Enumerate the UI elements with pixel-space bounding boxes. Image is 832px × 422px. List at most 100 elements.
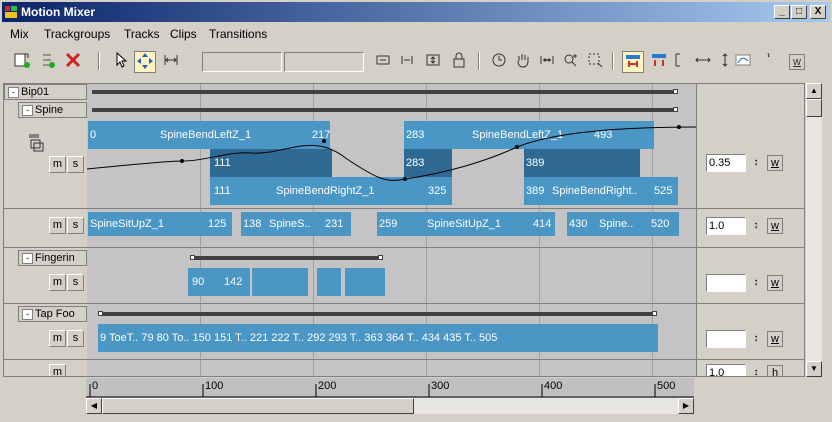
range-handle[interactable] — [98, 311, 103, 316]
weight-field[interactable]: 0.35 — [706, 154, 746, 172]
track-type-icon — [28, 134, 48, 152]
new-trackgroup-icon[interactable] — [10, 51, 32, 73]
menu-tracks[interactable]: Tracks — [124, 27, 160, 41]
track-separator — [4, 359, 804, 360]
vertical-scrollbar[interactable]: ▲ ▼ — [806, 83, 822, 377]
pan-hand-icon[interactable] — [512, 51, 534, 73]
toolbar: w — [2, 46, 830, 76]
select-icon[interactable] — [110, 51, 132, 73]
range-handle[interactable] — [378, 255, 383, 260]
scroll-thumb[interactable] — [102, 398, 414, 414]
clip-spinesitup-1[interactable]: SpineSitUpZ_1 125 — [88, 212, 232, 236]
range-handle[interactable] — [652, 311, 657, 316]
range-icon[interactable] — [396, 51, 418, 73]
weight-w-button[interactable]: w — [767, 331, 783, 347]
zoom-icon[interactable] — [560, 51, 582, 73]
weight-field[interactable]: 1.0 — [706, 364, 746, 376]
set-range-icon[interactable] — [372, 51, 394, 73]
weight-spinner[interactable]: ↕ — [749, 217, 763, 235]
menu-trackgroups[interactable]: Trackgroups — [44, 27, 110, 41]
add-track-icon[interactable] — [36, 51, 58, 73]
scroll-down-icon[interactable]: ▼ — [806, 361, 822, 377]
weight-field[interactable] — [706, 330, 746, 348]
solo-button[interactable]: s — [67, 274, 84, 291]
delete-icon[interactable] — [62, 51, 84, 73]
clip-spinesitup-4[interactable]: 430 Spine.. 520 — [567, 212, 679, 236]
mute-button[interactable]: m — [49, 330, 66, 347]
clip-fingering-2[interactable] — [252, 268, 308, 296]
scroll-left-icon[interactable]: ◀ — [86, 398, 102, 414]
mute-button[interactable]: m — [49, 274, 66, 291]
weight-w-button[interactable]: w — [767, 155, 783, 171]
maximize-button[interactable]: □ — [791, 5, 807, 19]
bip-row-header: - Bip01 — [4, 84, 87, 100]
bip-range-bar — [92, 90, 676, 94]
range-handle[interactable] — [673, 89, 678, 94]
zoom-region-icon[interactable] — [584, 51, 606, 73]
track-separator — [4, 247, 804, 248]
snap-clips-icon[interactable] — [648, 51, 670, 73]
fingering-range-bar — [192, 256, 382, 260]
ruler-label: 100 — [205, 380, 224, 392]
title-bar: Motion Mixer _ □ X — [2, 2, 830, 22]
range-handle[interactable] — [190, 255, 195, 260]
w-toolbar-button[interactable]: w — [786, 51, 808, 73]
collapse-fingering-button[interactable]: - — [22, 253, 33, 264]
mute-button[interactable]: m — [49, 364, 66, 376]
h-button[interactable]: h — [767, 365, 783, 376]
menu-clips[interactable]: Clips — [170, 27, 197, 41]
menu-bar: Mix Trackgroups Tracks Clips Transitions — [2, 24, 830, 44]
app-icon — [5, 6, 17, 18]
range-handle[interactable] — [673, 107, 678, 112]
weight-curve-icon[interactable] — [732, 51, 754, 73]
clip-fingering-4[interactable] — [345, 268, 385, 296]
fit-icon[interactable] — [422, 51, 444, 73]
move-clip-icon[interactable] — [134, 51, 156, 73]
horizontal-arrows-icon[interactable] — [692, 51, 714, 73]
collapse-bip-button[interactable]: - — [8, 87, 19, 98]
weight-field[interactable]: 1.0 — [706, 217, 746, 235]
clip-tapfoot-sequence[interactable]: 9 ToeT.. 79 80 To.. 150 151 T.. 221 222 … — [98, 324, 658, 352]
scroll-right-icon[interactable]: ▶ — [678, 398, 694, 414]
close-button[interactable]: X — [810, 5, 826, 19]
minimize-button[interactable]: _ — [774, 5, 790, 19]
weight-curve-icon[interactable] — [758, 51, 780, 73]
scale-icon[interactable] — [160, 51, 182, 73]
snap-frames-icon[interactable] — [622, 51, 644, 73]
time-field-2[interactable] — [284, 52, 364, 72]
clip-spinesitup-3[interactable]: 259 SpineSitUpZ_1 414 — [377, 212, 555, 236]
ruler-label: 400 — [544, 380, 563, 392]
collapse-tapfoot-button[interactable]: - — [22, 309, 33, 320]
scroll-up-icon[interactable]: ▲ — [806, 83, 822, 99]
solo-button[interactable]: s — [67, 330, 84, 347]
solo-button[interactable]: s — [67, 156, 84, 173]
weight-field[interactable] — [706, 274, 746, 292]
menu-mix[interactable]: Mix — [10, 27, 29, 41]
clip-fingering-1[interactable]: 90 142 — [188, 268, 250, 296]
weight-w-button[interactable]: w — [767, 218, 783, 234]
collapse-spine-button[interactable]: - — [22, 105, 33, 116]
track-separator — [4, 208, 804, 209]
toolbar-separator — [98, 52, 100, 70]
weight-w-button[interactable]: w — [767, 275, 783, 291]
window-title: Motion Mixer — [21, 5, 95, 19]
ruler-label: 500 — [657, 380, 676, 392]
weight-spinner[interactable]: ↕ — [749, 364, 763, 376]
clock-icon[interactable] — [488, 51, 510, 73]
menu-transitions[interactable]: Transitions — [209, 27, 267, 41]
zoom-extents-icon[interactable] — [536, 51, 558, 73]
scroll-thumb[interactable] — [806, 99, 822, 117]
tapfoot-row-header: - Tap Foo — [18, 306, 87, 322]
mute-button[interactable]: m — [49, 156, 66, 173]
time-field-1[interactable] — [202, 52, 282, 72]
bracket-icon[interactable] — [668, 51, 690, 73]
horizontal-scrollbar[interactable]: ◀ ▶ — [86, 398, 694, 414]
lock-icon[interactable] — [448, 51, 470, 73]
weight-spinner[interactable]: ↕ — [749, 154, 763, 172]
clip-fingering-3[interactable] — [317, 268, 341, 296]
weight-spinner[interactable]: ↕ — [749, 274, 763, 292]
weight-spinner[interactable]: ↕ — [749, 330, 763, 348]
clip-spinesitup-2[interactable]: 138 SpineS.. 231 — [241, 212, 351, 236]
mute-button[interactable]: m — [49, 217, 66, 234]
solo-button[interactable]: s — [67, 217, 84, 234]
